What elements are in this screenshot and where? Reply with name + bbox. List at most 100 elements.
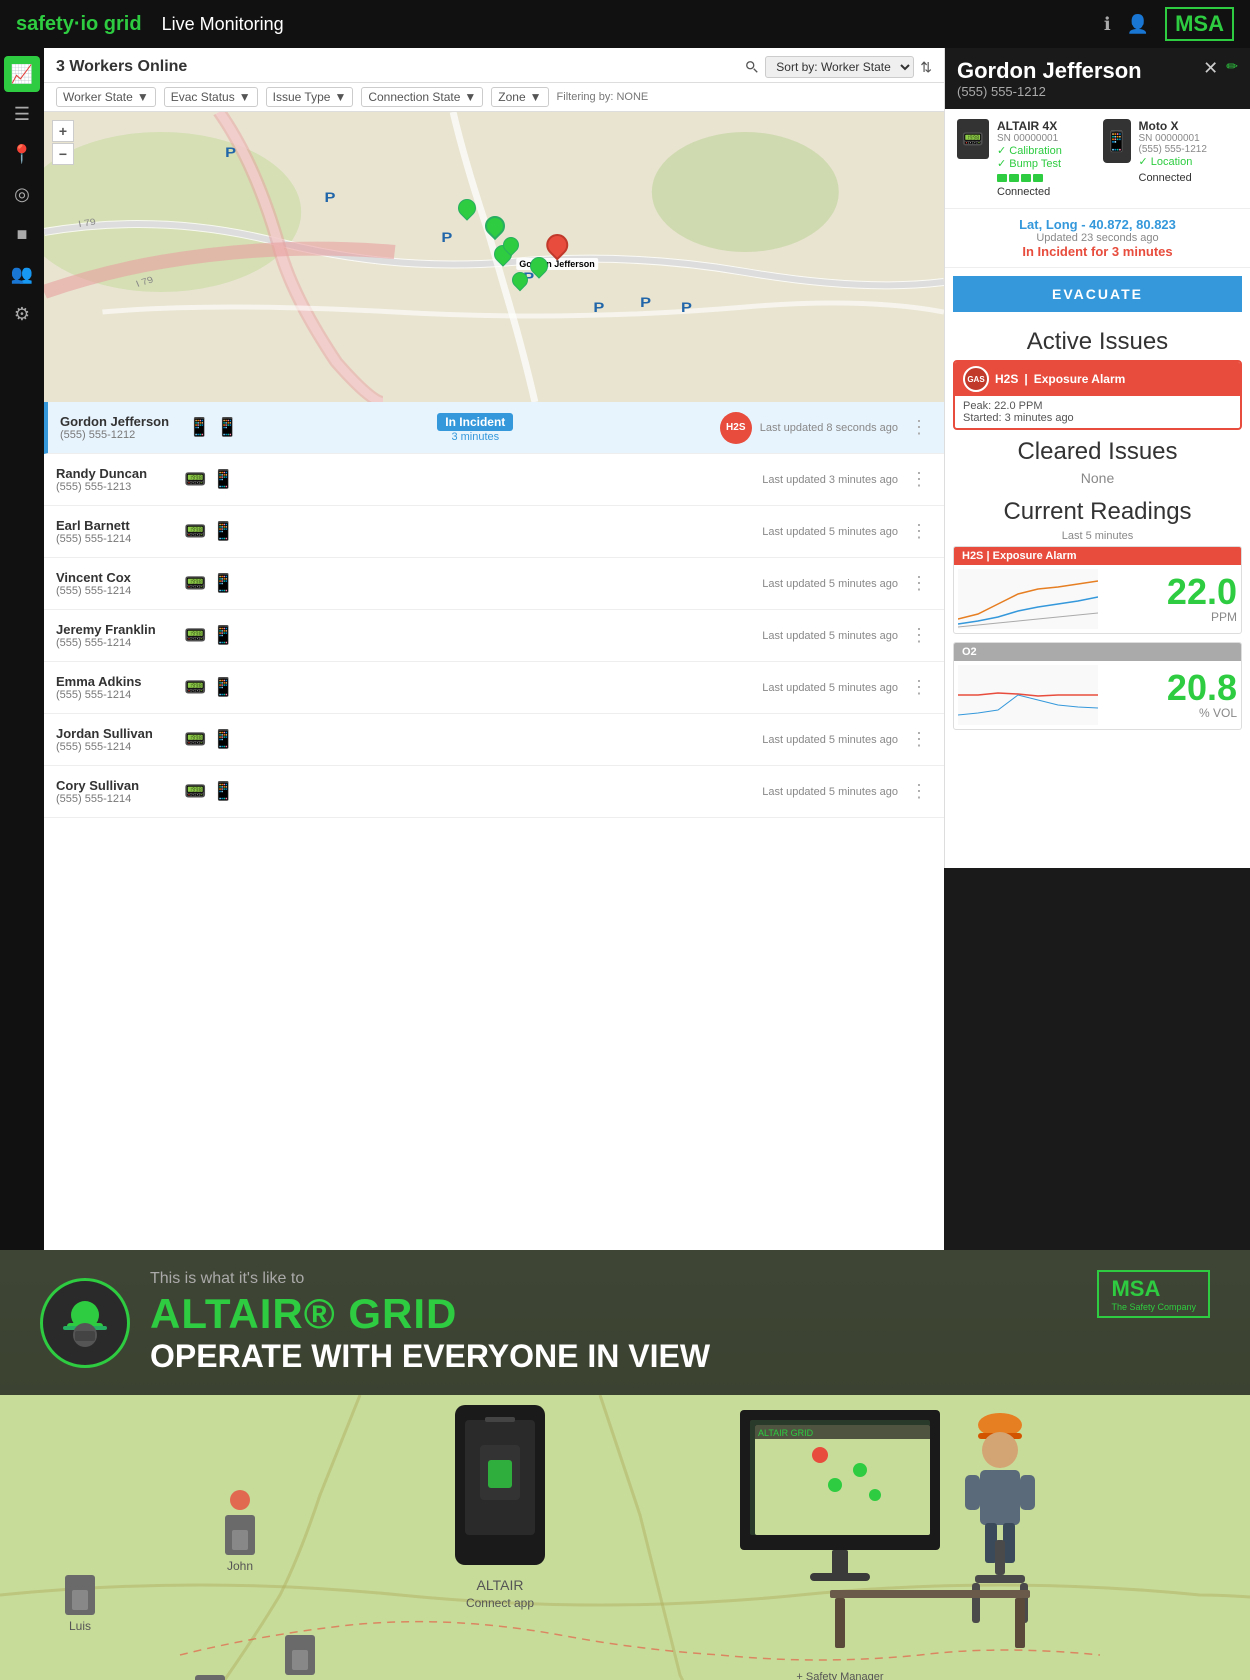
sort-direction-icon[interactable]: ⇅: [920, 59, 932, 76]
reading-card-o2: O2 20.8 % VOL: [953, 642, 1242, 730]
sidebar-item-square[interactable]: ■: [4, 216, 40, 252]
device-gas-icon: 📟: [184, 625, 206, 646]
svg-text:+ Safety Manager: + Safety Manager: [796, 1671, 883, 1680]
filter-bar: Worker State ▼ Evac Status ▼ Issue Type …: [44, 83, 944, 112]
evacuate-button[interactable]: EVACUATE: [953, 276, 1242, 312]
worker-menu-icon[interactable]: ⋮: [906, 469, 932, 490]
worker-row[interactable]: Randy Duncan (555) 555-1213 📟 📱 Last upd…: [44, 454, 944, 506]
chevron-down-icon: ▼: [530, 90, 542, 104]
worker-name: Vincent Cox: [56, 570, 176, 585]
close-button[interactable]: ✕: [1203, 58, 1218, 79]
worker-row[interactable]: Jeremy Franklin (555) 555-1214 📟 📱 Last …: [44, 610, 944, 662]
worker-info: Gordon Jefferson (555) 555-1212: [60, 414, 180, 441]
worker-menu-icon[interactable]: ⋮: [906, 625, 932, 646]
device-phone-icon: 📱: [212, 573, 234, 594]
worker-phone: (555) 555-1214: [56, 585, 176, 597]
marker-1[interactable]: [458, 199, 476, 217]
device-gas-icon: 📱: [188, 417, 210, 438]
banner-subtitle: This is what it's like to: [150, 1270, 1077, 1288]
worker-devices: 📟 📱: [184, 677, 235, 698]
sidebar-item-target[interactable]: ◎: [4, 176, 40, 212]
map-zoom-out[interactable]: −: [52, 143, 74, 165]
location-section: Lat, Long - 40.872, 80.823 Updated 23 se…: [945, 209, 1250, 268]
map-zoom-in[interactable]: +: [52, 120, 74, 142]
worker-menu-icon[interactable]: ⋮: [906, 729, 932, 750]
device-gas-icon: 📟: [184, 677, 206, 698]
workers-header: 3 Workers Online Sort by: Worker State ⇅: [44, 48, 944, 83]
device2-check1: ✓ Location: [1139, 155, 1239, 168]
svg-text:Connect app: Connect app: [466, 1596, 534, 1610]
user-icon[interactable]: 👤: [1127, 14, 1149, 35]
worker-menu-icon[interactable]: ⋮: [906, 781, 932, 802]
worker-devices: 📟 📱: [184, 781, 235, 802]
worker-menu-icon[interactable]: ⋮: [906, 573, 932, 594]
sidebar-item-list[interactable]: ☰: [4, 96, 40, 132]
filter-connection-state[interactable]: Connection State ▼: [361, 87, 483, 107]
center-panel: 3 Workers Online Sort by: Worker State ⇅…: [44, 48, 944, 1250]
device1-sn: SN 00000001: [997, 133, 1093, 144]
reading-value-o2: 20.8 % VOL: [1102, 670, 1237, 720]
marker-4[interactable]: [530, 257, 548, 275]
worker-name: Cory Sullivan: [56, 778, 176, 793]
sidebar-item-workers[interactable]: 👥: [4, 256, 40, 292]
marker-6[interactable]: [512, 272, 528, 288]
worker-row[interactable]: Earl Barnett (555) 555-1214 📟 📱 Last upd…: [44, 506, 944, 558]
banner-brand: ALTAIR® GRID: [150, 1290, 1077, 1338]
worker-phone: (555) 555-1214: [56, 741, 176, 753]
bottom-banner: This is what it's like to ALTAIR® GRID O…: [0, 1250, 1250, 1680]
worker-name: Emma Adkins: [56, 674, 176, 689]
msa-logo: MSA: [1165, 7, 1234, 41]
last-updated: Last updated 5 minutes ago: [762, 786, 898, 798]
chevron-down-icon: ▼: [239, 90, 251, 104]
issue-started: Started: 3 minutes ago: [963, 412, 1232, 424]
status-duration: 3 minutes: [247, 431, 704, 443]
filter-evac-status[interactable]: Evac Status ▼: [164, 87, 258, 107]
h2s-chart: [958, 569, 1098, 629]
device1-card: ALTAIR 4X SN 00000001 ✓ Calibration ✓ Bu…: [997, 119, 1093, 198]
worker-menu-icon[interactable]: ⋮: [906, 417, 932, 438]
last-updated: Last updated 5 minutes ago: [762, 734, 898, 746]
marker-2[interactable]: [485, 216, 505, 236]
issue-alarm: |: [1024, 372, 1027, 386]
svg-text:P: P: [441, 230, 452, 246]
worker-row[interactable]: Emma Adkins (555) 555-1214 📟 📱 Last upda…: [44, 662, 944, 714]
edit-icon[interactable]: ✏: [1226, 58, 1238, 79]
worker-row[interactable]: Gordon Jefferson (555) 555-1212 📱 📱 In I…: [44, 402, 944, 454]
worker-phone: (555) 555-1213: [56, 481, 176, 493]
reading-gas-o2: O2: [962, 646, 977, 658]
marker-gordon[interactable]: Gordon Jefferson: [516, 234, 598, 270]
map-container: P P P P P P P I 79 I 79 + −: [44, 112, 944, 402]
active-issues-title: Active Issues: [945, 320, 1250, 360]
worker-menu-icon[interactable]: ⋮: [906, 521, 932, 542]
filter-worker-state[interactable]: Worker State ▼: [56, 87, 156, 107]
info-icon[interactable]: ℹ: [1104, 14, 1111, 35]
device1-status: Connected: [997, 186, 1093, 198]
issue-peak: Peak: 22.0 PPM: [963, 400, 1232, 412]
device-phone-icon: 📱: [212, 781, 234, 802]
device-phone-icon: 📱: [212, 625, 234, 646]
current-readings-title: Current Readings: [945, 490, 1250, 530]
o2-chart: [958, 665, 1098, 725]
incident-status: In Incident for 3 minutes: [957, 244, 1238, 259]
banner-tagline: OPERATE WITH EVERYONE IN VIEW: [150, 1338, 1077, 1375]
sidebar-item-location[interactable]: 📍: [4, 136, 40, 172]
sidebar-item-settings[interactable]: ⚙: [4, 296, 40, 332]
worker-phone: (555) 555-1214: [56, 533, 176, 545]
worker-row[interactable]: Cory Sullivan (555) 555-1214 📟 📱 Last up…: [44, 766, 944, 818]
sort-select[interactable]: Sort by: Worker State: [765, 56, 914, 78]
detail-phone: (555) 555-1212: [957, 84, 1203, 99]
reading-number-o2: 20.8: [1102, 670, 1237, 706]
svg-text:P: P: [325, 190, 336, 206]
worker-row[interactable]: Vincent Cox (555) 555-1214 📟 📱 Last upda…: [44, 558, 944, 610]
marker-5[interactable]: [503, 237, 519, 253]
battery-seg: [997, 174, 1007, 182]
nav-title: Live Monitoring: [162, 14, 284, 35]
device-gas-icon: 📟: [184, 781, 206, 802]
filter-zone[interactable]: Zone ▼: [491, 87, 548, 107]
sidebar-item-activity[interactable]: 📈: [4, 56, 40, 92]
filter-issue-type[interactable]: Issue Type ▼: [266, 87, 354, 107]
search-icon[interactable]: [745, 60, 759, 74]
worker-menu-icon[interactable]: ⋮: [906, 677, 932, 698]
worker-info: Earl Barnett (555) 555-1214: [56, 518, 176, 545]
worker-row[interactable]: Jordan Sullivan (555) 555-1214 📟 📱 Last …: [44, 714, 944, 766]
